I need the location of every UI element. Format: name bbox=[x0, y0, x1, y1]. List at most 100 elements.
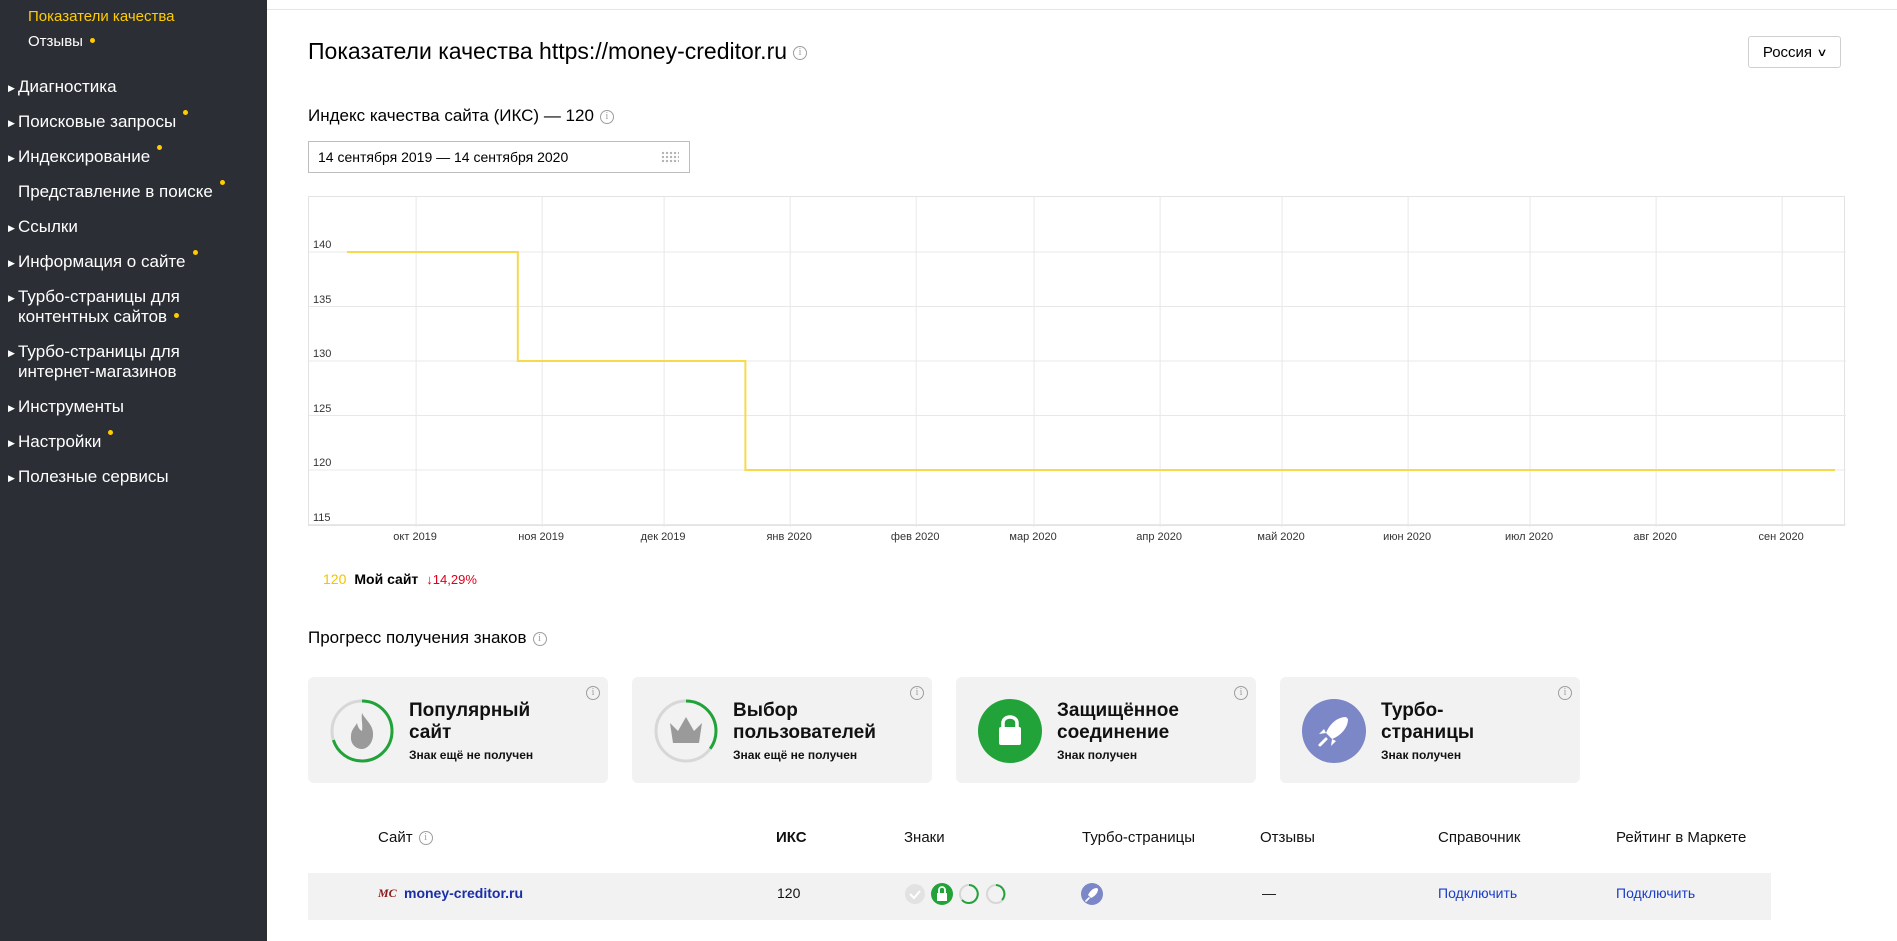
sidebar-item-site-info[interactable]: ▶ Информация о сайте bbox=[8, 250, 198, 273]
y-tick-label: 120 bbox=[313, 457, 332, 469]
badge-status: Знак ещё не получен bbox=[409, 748, 534, 762]
caret-right-icon: ▶ bbox=[8, 118, 15, 128]
sidebar-item-useful-services[interactable]: ▶ Полезные сервисы bbox=[8, 467, 169, 488]
column-header-turbo: Турбо-страницы bbox=[1082, 829, 1196, 846]
site-link[interactable]: money-creditor.ru bbox=[404, 885, 523, 901]
progress-title-text: Прогресс получения знаков bbox=[308, 628, 527, 647]
x-tick-label: апр 2020 bbox=[1136, 531, 1182, 543]
sidebar-item-label: Настройки bbox=[18, 432, 102, 451]
sidebar-item-diagnostics[interactable]: ▶ Диагностика bbox=[8, 77, 117, 98]
info-icon[interactable]: i bbox=[1558, 686, 1572, 700]
sidebar-item-label-line2: контентных сайтов bbox=[18, 307, 168, 326]
date-range-text: 14 сентября 2019 — 14 сентября 2020 bbox=[318, 149, 569, 165]
notification-dot bbox=[108, 430, 114, 435]
caret-right-icon: ▶ bbox=[8, 473, 15, 483]
rocket-icon bbox=[1302, 699, 1366, 763]
caret-right-icon: ▶ bbox=[8, 348, 15, 358]
check-icon bbox=[905, 884, 925, 904]
badge-name: Выбор пользователей bbox=[733, 700, 876, 743]
sidebar-item-tools[interactable]: ▶ Инструменты bbox=[8, 397, 124, 418]
badges-cell bbox=[905, 883, 1006, 905]
sidebar-item-label: Ссылки bbox=[18, 217, 78, 236]
lock-icon bbox=[931, 883, 953, 905]
notification-dot bbox=[183, 110, 189, 115]
column-header-market-rating: Рейтинг в Маркете bbox=[1616, 829, 1747, 846]
site-favicon: MC bbox=[378, 886, 397, 900]
sidebar-subitem-quality[interactable]: Показатели качества bbox=[28, 8, 175, 25]
sidebar-item-turbo-shops[interactable]: ▶ Турбо-страницы для интернет-магазинов bbox=[8, 342, 180, 382]
badge-card-turbo-pages[interactable]: i Турбо-страницы Знак получен bbox=[1280, 677, 1580, 783]
sidebar-item-label: Полезные сервисы bbox=[18, 467, 169, 486]
badge-status: Знак ещё не получен bbox=[733, 748, 858, 762]
progress-title: Прогресс получения знаков i bbox=[308, 628, 547, 648]
x-tick-label: авг 2020 bbox=[1633, 531, 1677, 543]
badge-card-popular[interactable]: i Популярный сайт Знак ещё не получен bbox=[308, 677, 608, 783]
page-title: Показатели качества https://money-credit… bbox=[308, 38, 808, 65]
notification-dot bbox=[174, 313, 180, 319]
calendar-icon[interactable] bbox=[661, 151, 679, 164]
info-icon[interactable]: i bbox=[1234, 686, 1248, 700]
column-header-site: Сайт i bbox=[378, 829, 433, 846]
sidebar-item-label: Турбо-страницы для bbox=[18, 287, 180, 306]
notification-dot bbox=[192, 250, 198, 255]
badge-status: Знак получен bbox=[1381, 748, 1462, 762]
info-icon[interactable]: i bbox=[793, 45, 808, 60]
legend-change: ↓14,29% bbox=[426, 572, 477, 587]
x-tick-label: мар 2020 bbox=[1009, 531, 1057, 543]
lock-icon bbox=[978, 699, 1042, 763]
y-tick-label: 140 bbox=[313, 239, 332, 251]
x-tick-label: май 2020 bbox=[1257, 531, 1305, 543]
iks-chart bbox=[308, 196, 1846, 527]
badge-name: Турбо-страницы bbox=[1381, 700, 1475, 743]
x-tick-label: фев 2020 bbox=[890, 531, 940, 543]
crown-icon bbox=[654, 699, 718, 763]
connect-directory-link[interactable]: Подключить bbox=[1438, 885, 1517, 901]
y-tick-label: 115 bbox=[313, 511, 331, 524]
x-tick-label: дек 2019 bbox=[640, 531, 686, 543]
caret-right-icon: ▶ bbox=[8, 258, 15, 268]
caret-right-icon: ▶ bbox=[8, 153, 15, 163]
table-row bbox=[308, 873, 1771, 920]
caret-right-icon: ▶ bbox=[8, 438, 15, 448]
badge-card-secure-connection[interactable]: i Защищённое соединение Знак получен bbox=[956, 677, 1256, 783]
sidebar-item-links[interactable]: ▶ Ссылки bbox=[8, 217, 78, 238]
info-icon[interactable]: i bbox=[586, 686, 600, 700]
date-range-input[interactable]: 14 сентября 2019 — 14 сентября 2020 bbox=[308, 141, 690, 173]
connect-market-link[interactable]: Подключить bbox=[1616, 885, 1695, 901]
sidebar-item-turbo-content[interactable]: ▶ Турбо-страницы для контентных сайтов bbox=[8, 287, 180, 327]
info-icon[interactable]: i bbox=[910, 686, 924, 700]
info-icon[interactable]: i bbox=[599, 109, 614, 124]
caret-right-icon: ▶ bbox=[8, 293, 15, 303]
site-iks-value: 120 bbox=[777, 885, 801, 901]
x-tick-label: июн 2020 bbox=[1383, 531, 1432, 543]
sidebar-item-label-line2: интернет-магазинов bbox=[18, 362, 177, 381]
rocket-icon bbox=[1081, 883, 1103, 905]
badge-card-users-choice[interactable]: i Выбор пользователей Знак ещё не получен bbox=[632, 677, 932, 783]
iks-title-text: Индекс качества сайта (ИКС) — 120 bbox=[308, 106, 594, 125]
sidebar-item-label: Поисковые запросы bbox=[18, 112, 177, 131]
column-header-badges: Знаки bbox=[904, 829, 945, 846]
sidebar-item-indexing[interactable]: ▶ Индексирование bbox=[8, 145, 163, 168]
sidebar-item-settings[interactable]: ▶ Настройки bbox=[8, 430, 114, 453]
info-icon[interactable]: i bbox=[418, 831, 433, 846]
sidebar-item-label: Диагностика bbox=[18, 77, 117, 96]
badge-name: Защищённое соединение bbox=[1057, 700, 1179, 743]
sidebar-item-search-queries[interactable]: ▶ Поисковые запросы bbox=[8, 110, 189, 133]
legend-value: 120 bbox=[323, 571, 347, 587]
legend-series-name[interactable]: Мой сайт bbox=[354, 571, 418, 587]
sidebar-subitem-reviews[interactable]: Отзывы bbox=[28, 33, 95, 50]
badge-status: Знак получен bbox=[1057, 748, 1138, 762]
reviews-value: — bbox=[1262, 885, 1276, 901]
column-header-directory: Справочник bbox=[1438, 829, 1521, 846]
iks-title: Индекс качества сайта (ИКС) — 120 i bbox=[308, 106, 614, 126]
top-divider bbox=[267, 9, 1897, 10]
column-header-iks: ИКС bbox=[776, 829, 807, 846]
region-select[interactable]: Россия ∨ bbox=[1748, 36, 1841, 68]
caret-right-icon: ▶ bbox=[8, 403, 15, 413]
sidebar-item-label: Турбо-страницы для bbox=[18, 342, 180, 361]
x-tick-label: июл 2020 bbox=[1505, 531, 1554, 543]
x-tick-label: ноя 2019 bbox=[518, 531, 564, 543]
sidebar-item-search-appearance[interactable]: Представление в поиске bbox=[8, 180, 225, 202]
y-tick-label: 135 bbox=[313, 293, 332, 306]
info-icon[interactable]: i bbox=[532, 631, 547, 646]
